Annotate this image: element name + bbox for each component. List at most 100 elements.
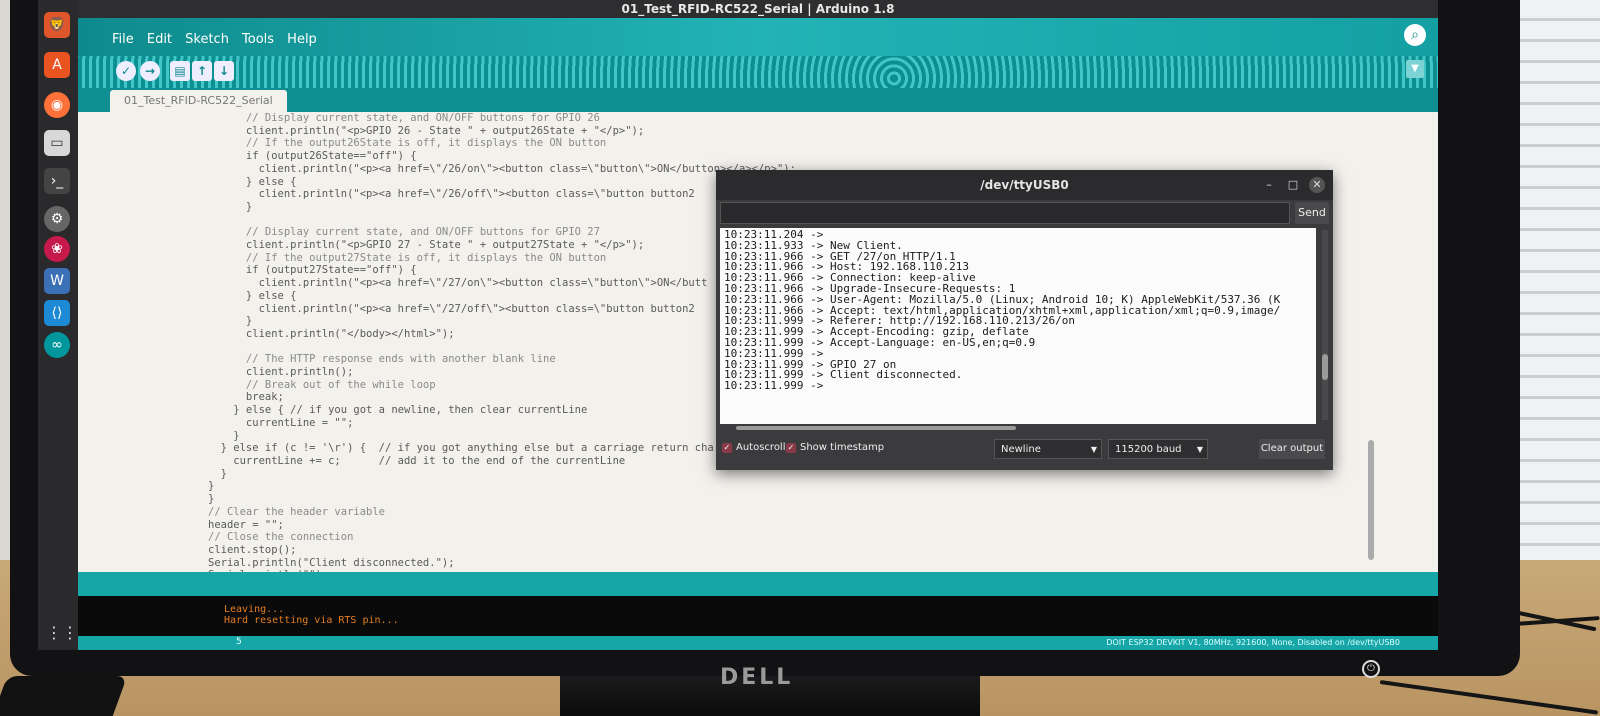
vscode-icon[interactable]: ⟨⟩ — [44, 300, 70, 326]
serial-scrollbar[interactable] — [1322, 230, 1328, 420]
code-line: client.println(); — [245, 366, 354, 379]
tab-menu-button[interactable]: ▼ — [1406, 60, 1424, 78]
menu-edit[interactable]: Edit — [147, 32, 172, 47]
code-line: } — [245, 315, 253, 328]
code-line: client.stop(); — [208, 543, 297, 556]
menu-tools[interactable]: Tools — [242, 32, 274, 47]
code-line: header = ""; — [208, 518, 284, 531]
editor-scrollbar[interactable] — [1368, 440, 1374, 560]
code-line: break; — [245, 391, 284, 404]
editor-console-divider — [78, 572, 1438, 596]
code-line: // The HTTP response ends with another b… — [245, 353, 556, 366]
raspberry-icon[interactable]: ❀ — [44, 236, 70, 262]
serial-monitor-window: /dev/ttyUSB0 – □ ✕ Send 10:23:11.204 -> … — [716, 170, 1333, 470]
check-icon: ✓ — [723, 443, 731, 452]
code-line: // Display current state, and ON/OFF but… — [245, 112, 600, 124]
serial-output-text: 10:23:11.204 -> 10:23:11.933 -> New Clie… — [720, 228, 1316, 394]
screen: 🦁 A ◉ ▭ ›_ ⚙ ❀ W ⟨⟩ ∞ ⋮⋮ 01_Test_RFID-RC… — [38, 0, 1438, 650]
new-button[interactable]: ▤ — [170, 61, 190, 81]
chevron-down-icon: ▼ — [1196, 445, 1203, 454]
scroll-thumb[interactable] — [1322, 354, 1328, 380]
clear-output-button[interactable]: Clear output — [1259, 439, 1325, 459]
writer-icon[interactable]: W — [44, 268, 70, 294]
send-row: Send — [720, 202, 1329, 224]
window-title: 01_Test_RFID-RC522_Serial | Arduino 1.8 — [78, 0, 1438, 18]
dell-logo: DELL — [720, 665, 794, 690]
minimize-icon[interactable]: – — [1261, 177, 1277, 193]
code-line: // Display current state, and ON/OFF but… — [245, 226, 600, 239]
serial-output[interactable]: 10:23:11.204 -> 10:23:11.933 -> New Clie… — [720, 228, 1316, 424]
terminal-icon[interactable]: ›_ — [44, 168, 70, 194]
check-icon: ✓ — [120, 64, 132, 78]
menu-help[interactable]: Help — [287, 32, 317, 47]
chevron-down-icon: ▼ — [1090, 445, 1097, 454]
code-line: // If the output27State is off, it displ… — [245, 251, 607, 264]
serial-options: ✓ Autoscroll ✓ Show timestamp Newline ▼ … — [720, 438, 1329, 462]
code-line: currentLine += c; // add it to the end o… — [233, 454, 626, 467]
code-line: } — [208, 493, 215, 506]
menu-sketch[interactable]: Sketch — [185, 32, 229, 47]
dock: 🦁 A ◉ ▭ ›_ ⚙ ❀ W ⟨⟩ ∞ ⋮⋮ — [38, 0, 78, 650]
baud-select[interactable]: 115200 baud ▼ — [1108, 439, 1208, 459]
open-button[interactable]: ↑ — [192, 61, 212, 81]
file-icon: ▤ — [174, 64, 186, 78]
arrow-right-icon: → — [144, 64, 156, 78]
code-line: } else { — [245, 289, 297, 302]
menu-bar: File Edit Sketch Tools Help ⌕ — [78, 18, 1438, 56]
line-number: 5 — [236, 637, 242, 647]
console: Leaving... Hard resetting via RTS pin... — [78, 596, 1438, 636]
baud-value: 115200 baud — [1115, 444, 1182, 455]
code-line: // If the output26State is off, it displ… — [245, 137, 607, 150]
chevron-down-icon: ▼ — [1411, 63, 1419, 74]
timestamp-label: Show timestamp — [800, 442, 885, 453]
tab-sketch[interactable]: 01_Test_RFID-RC522_Serial — [110, 90, 287, 112]
firefox-icon[interactable]: ◉ — [44, 92, 70, 118]
phone — [0, 676, 128, 716]
arduino-icon[interactable]: ∞ — [44, 332, 70, 358]
tab-bar: 01_Test_RFID-RC522_Serial — [78, 88, 1438, 112]
show-apps-icon[interactable]: ⋮⋮ — [46, 623, 78, 642]
close-icon[interactable]: ✕ — [1309, 177, 1325, 193]
menu-file[interactable]: File — [112, 32, 134, 47]
autoscroll-label: Autoscroll — [736, 442, 786, 453]
autoscroll-checkbox[interactable]: ✓ — [722, 443, 732, 453]
code-line: if (output27State=="off") { — [245, 264, 417, 277]
code-line: client.println("<p>GPIO 26 - State " + o… — [245, 124, 645, 137]
console-line: Leaving... — [224, 604, 285, 615]
code-line: client.println("<p>GPIO 27 - State " + o… — [245, 239, 645, 252]
send-button[interactable]: Send — [1295, 202, 1329, 224]
upload-button[interactable]: → — [140, 61, 160, 81]
serial-hscrollbar[interactable] — [736, 426, 1016, 430]
code-line: client.println("<p><a href=\"/26/on\"><b… — [258, 162, 796, 175]
brave-icon[interactable]: 🦁 — [44, 12, 70, 38]
board-info: DOIT ESP32 DEVKIT V1, 80MHz, 921600, Non… — [1106, 638, 1400, 647]
save-button[interactable]: ↓ — [214, 61, 234, 81]
arrow-down-icon: ↓ — [218, 64, 230, 78]
console-line: Hard resetting via RTS pin... — [224, 615, 399, 626]
software-center-icon[interactable]: A — [44, 52, 70, 78]
code-line: client.println("<p><a href=\"/26/off\"><… — [258, 188, 695, 201]
line-ending-select[interactable]: Newline ▼ — [994, 439, 1102, 459]
maximize-icon[interactable]: □ — [1285, 177, 1301, 193]
code-line: client.println("</body></html>"); — [245, 327, 455, 340]
code-line: } else { // if you got a newline, then c… — [233, 404, 588, 417]
code-line: } — [208, 480, 215, 493]
code-line: if (output26State=="off") { — [245, 150, 417, 163]
code-text: // Display current state, and ON/OFF but… — [208, 112, 796, 595]
settings-icon[interactable]: ⚙ — [44, 206, 70, 232]
timestamp-checkbox[interactable]: ✓ — [786, 443, 796, 453]
files-icon[interactable]: ▭ — [44, 130, 70, 156]
status-bar: 5 DOIT ESP32 DEVKIT V1, 80MHz, 921600, N… — [78, 636, 1438, 650]
power-icon[interactable]: ⏻ — [1362, 660, 1380, 678]
code-line: // Break out of the while loop — [245, 378, 436, 391]
code-line: // Close the connection — [208, 531, 354, 544]
serial-line: 10:23:11.999 -> — [724, 379, 824, 393]
serial-monitor-icon[interactable]: ⌕ — [1404, 24, 1426, 46]
verify-button[interactable]: ✓ — [116, 61, 136, 81]
serial-input[interactable] — [720, 202, 1290, 224]
toolbar: ✓ → ▤ ↑ ↓ ▼ — [78, 56, 1438, 88]
code-line: } else { — [245, 175, 297, 188]
code-line: // Clear the header variable — [208, 505, 386, 518]
serial-monitor-title: /dev/ttyUSB0 — [716, 170, 1333, 200]
code-line: currentLine = ""; — [245, 416, 354, 429]
